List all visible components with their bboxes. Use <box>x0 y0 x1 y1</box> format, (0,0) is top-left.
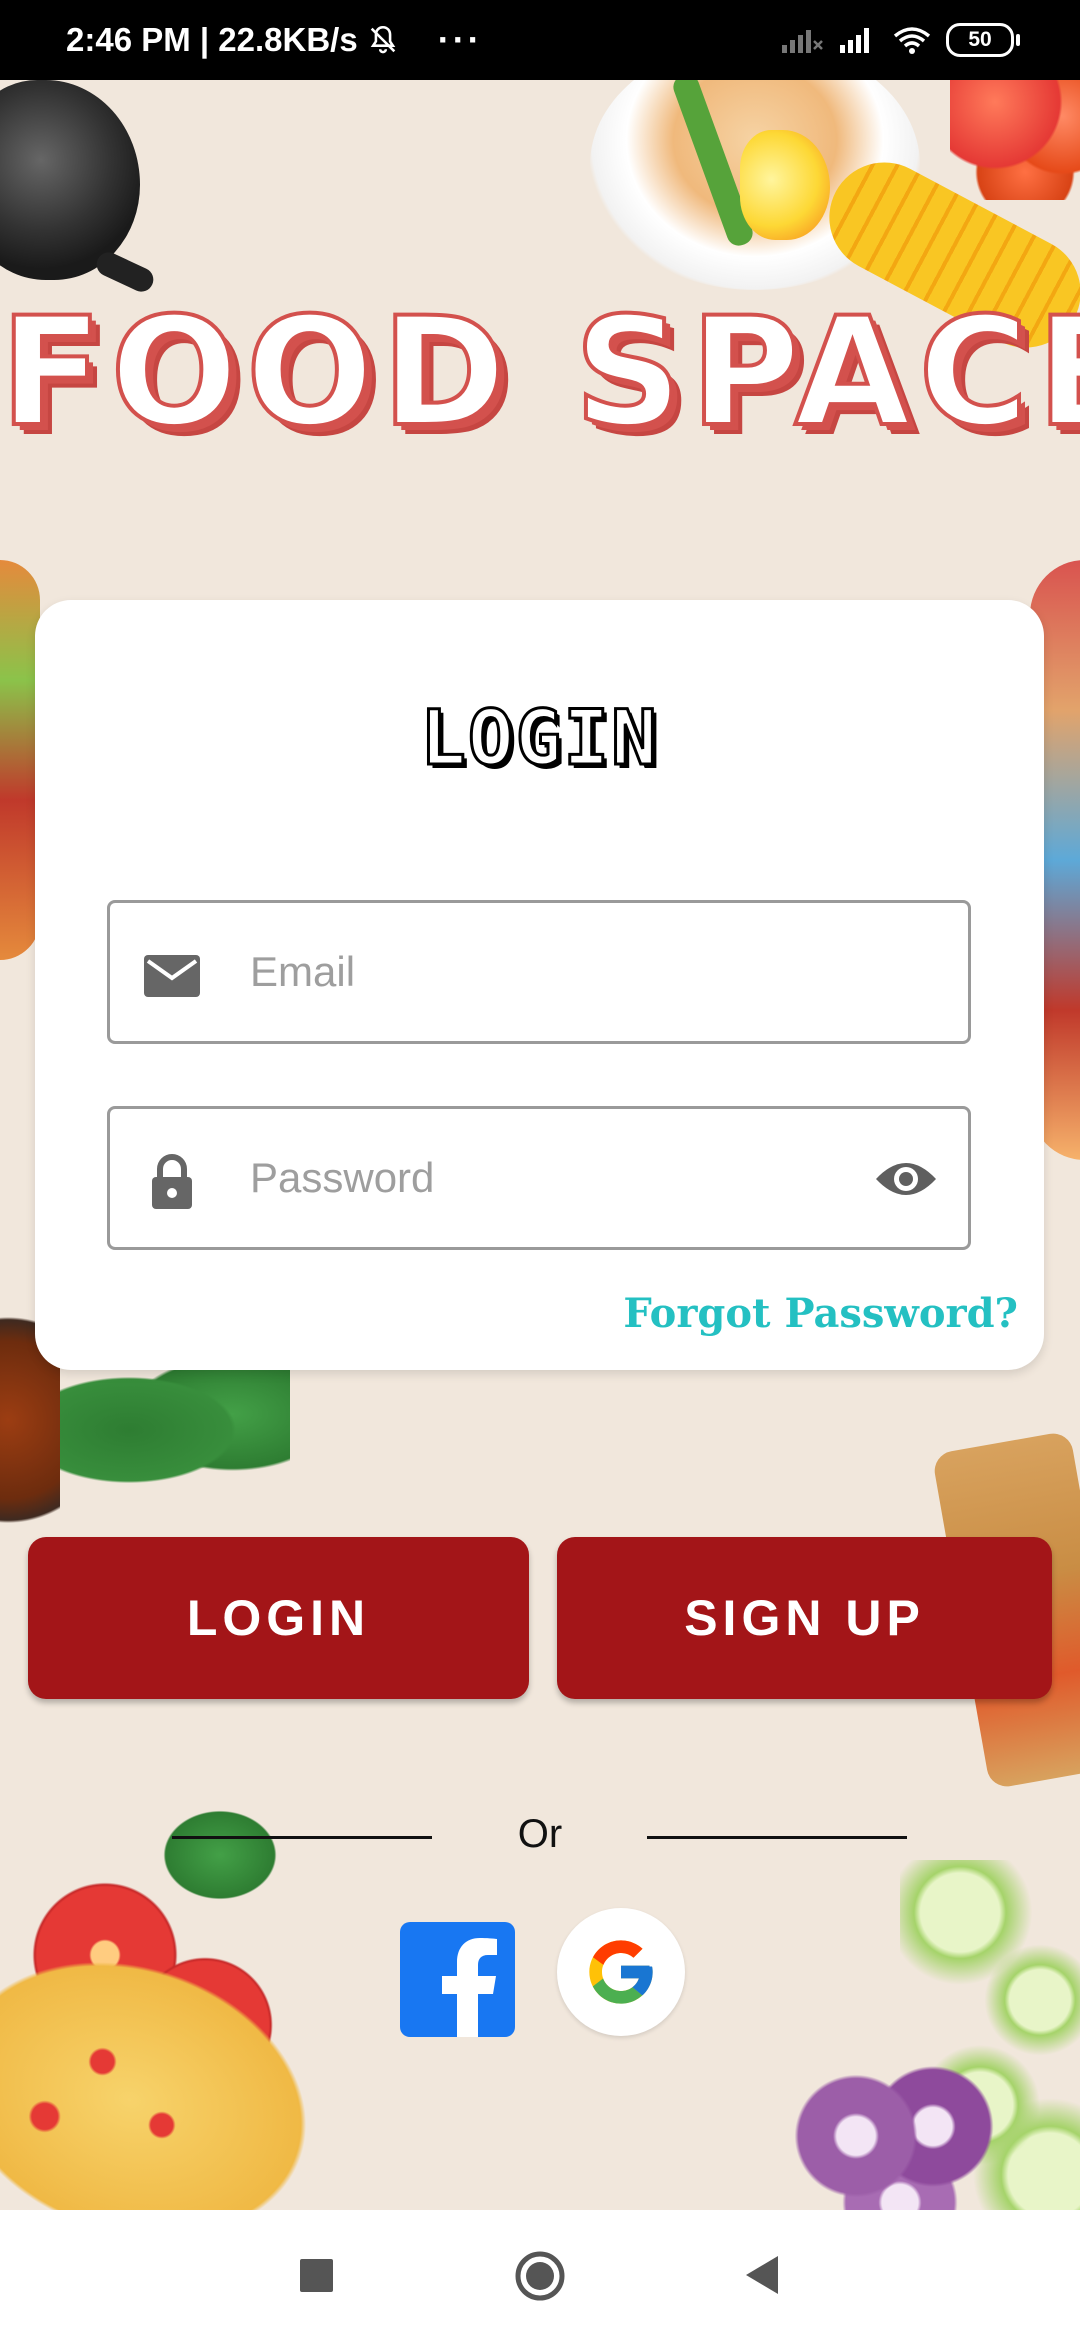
envelope-icon <box>144 955 200 997</box>
bell-muted-icon <box>370 25 396 54</box>
email-input[interactable] <box>250 903 810 1041</box>
app-title: FOOD SPACE <box>0 286 1080 460</box>
forgot-password-link[interactable]: Forgot Password? <box>623 1290 1018 1337</box>
password-field[interactable] <box>107 1106 971 1250</box>
triangle-back-icon[interactable] <box>744 2254 780 2296</box>
basil-decoration <box>60 1350 290 1510</box>
divider-line <box>647 1836 907 1839</box>
lemon-decoration <box>740 130 830 240</box>
login-screen: 2:46 PM | 22.8KB/s ··· 50 FOOD SPACE LOG… <box>0 0 1080 2340</box>
lock-icon <box>152 1154 192 1209</box>
login-card: LOGIN Forgot Password? <box>35 600 1044 1370</box>
vegetables-decoration <box>0 560 40 960</box>
status-bar: 2:46 PM | 22.8KB/s ··· 50 <box>0 0 1080 80</box>
tomatoes-decoration <box>950 60 1080 200</box>
facebook-icon <box>442 1938 497 2037</box>
kettle-decoration <box>0 80 140 280</box>
eye-icon[interactable] <box>874 1153 938 1205</box>
square-icon[interactable] <box>300 2259 333 2292</box>
google-icon <box>589 1940 653 2004</box>
navigation-bar <box>0 2210 1080 2340</box>
password-input[interactable] <box>250 1109 810 1247</box>
battery-level: 50 <box>968 28 992 51</box>
battery-indicator: 50 <box>946 23 1020 57</box>
facebook-login-button[interactable] <box>400 1922 515 2037</box>
email-field[interactable] <box>107 900 971 1044</box>
status-right: 50 <box>780 23 1020 57</box>
more-dots: ··· <box>437 19 483 60</box>
circle-icon[interactable] <box>514 2250 566 2302</box>
login-card-title: LOGIN <box>419 692 659 784</box>
wifi-icon <box>893 27 931 54</box>
divider-line <box>172 1836 432 1839</box>
status-time-speed: 2:46 PM | 22.8KB/s <box>66 21 358 58</box>
signal-icon <box>840 28 869 53</box>
divider-or-text: Or <box>517 1812 563 1856</box>
signal-icon <box>782 30 823 53</box>
login-button[interactable]: LOGIN <box>28 1537 529 1699</box>
sign-up-button[interactable]: SIGN UP <box>557 1537 1052 1699</box>
status-left: 2:46 PM | 22.8KB/s ··· <box>66 19 483 61</box>
google-login-button[interactable] <box>557 1908 685 2036</box>
